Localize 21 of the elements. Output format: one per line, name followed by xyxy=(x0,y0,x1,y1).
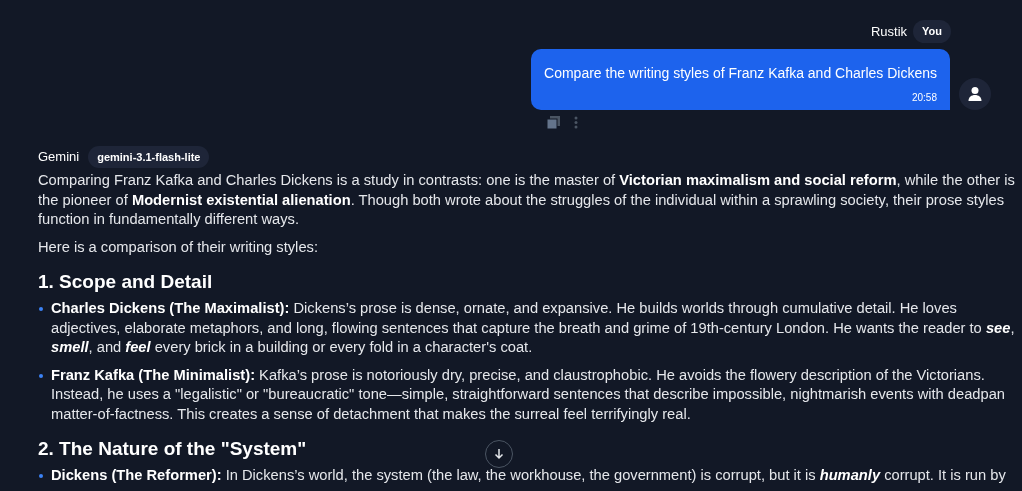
paragraph: Comparing Franz Kafka and Charles Dickens is a study in contrasts: one is the master of Victorian maximalism and social reform, while the other is the pioneer of Modernist existential alienation. Though both wrote about the struggles of the individual within a sprawling society, their prose styles function in fundamentally different ways. xyxy=(38,171,1016,229)
copy-icon[interactable] xyxy=(547,115,560,129)
section-heading: 1. Scope and Detail xyxy=(38,270,213,294)
model-badge: gemini-3.1-flash-lite xyxy=(88,145,210,168)
bullet-icon xyxy=(39,474,43,478)
you-badge: You xyxy=(913,20,951,43)
list-item-text: Franz Kafka (The Minimalist): Kafka’s prose is notoriously dry, precise, and claustrophobic. He avoids the flowery description of the Victorians. Instead, he uses a "legalistic" or "bureaucratic" tone—simple, straightforward sentences that describe impossible, nightmarish events with deadpan matter-of-factness. This creates a sense of detachment that makes the surreal feel terrifyingly real. xyxy=(51,365,1006,424)
more-options-icon[interactable] xyxy=(574,115,578,129)
user-avatar-icon xyxy=(959,77,991,110)
bullet-icon xyxy=(39,307,43,311)
paragraph: Here is a comparison of their writing styles: xyxy=(38,237,319,257)
message-text: Compare the writing styles of Franz Kafka and Charles Dickens xyxy=(544,63,937,83)
bullet-icon xyxy=(39,373,43,378)
list-item-text: Dickens (The Reformer): In Dickens’s world, the system (the law, the workhouse, the government) is corrupt, but it is humanly corrupt. It is run by xyxy=(51,466,1007,485)
message-time: 20:58 xyxy=(911,90,937,105)
scroll-down-button[interactable] xyxy=(485,440,513,468)
sender-name: Rustik xyxy=(870,22,908,41)
list-item-text: Charles Dickens (The Maximalist): Dickens’s prose is dense, ornate, and expansive. He builds worlds through cumulative detail. He loves adjectives, elaborate metaphors, and long, flowing sentences that capture the breath and grime of 19th-century London. He wants the reader to see, smell, and feel every brick in a building or every fold in a character's coat. xyxy=(51,299,1016,357)
arrow-down-icon xyxy=(494,448,504,460)
assistant-name: Gemini xyxy=(38,148,80,166)
section-heading: 2. The Nature of the "System" xyxy=(38,437,307,461)
